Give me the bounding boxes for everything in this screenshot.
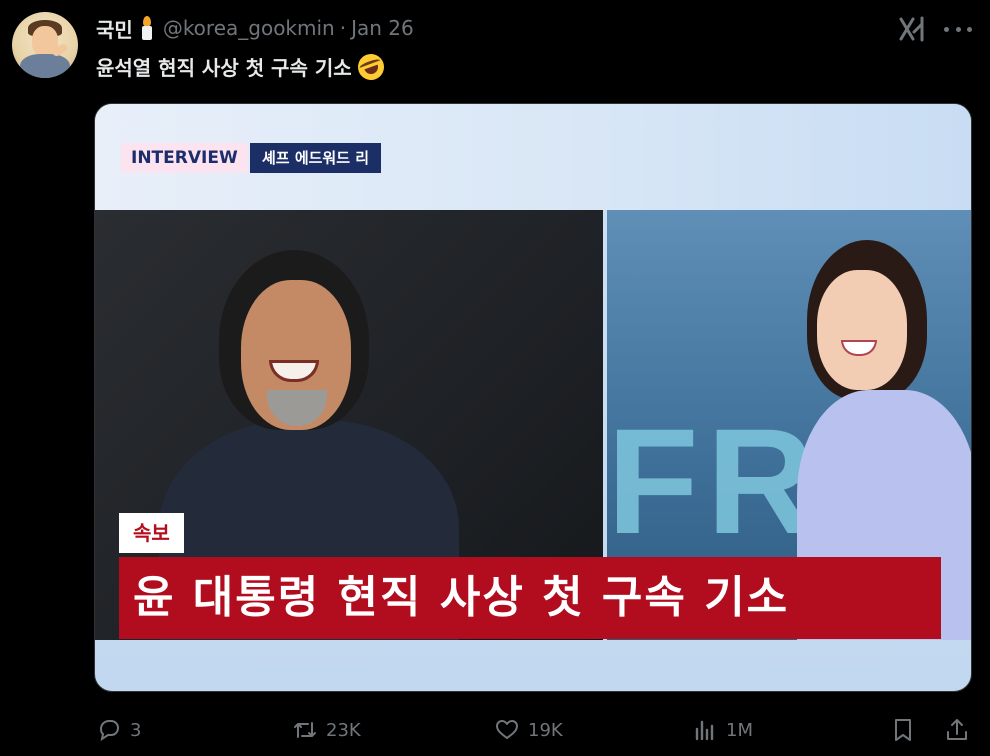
media-image[interactable]: INTERVIEW 셰프 에드워드 리 FRI 속보 윤 대통령 현직 사상 첫… bbox=[94, 103, 972, 692]
more-dot bbox=[944, 26, 949, 32]
display-name[interactable]: 국민 bbox=[96, 14, 133, 43]
repost-button[interactable]: 23K bbox=[292, 712, 361, 748]
like-button[interactable]: 19K bbox=[494, 712, 563, 748]
share-button[interactable] bbox=[944, 712, 978, 748]
like-count: 19K bbox=[528, 719, 563, 741]
views-button[interactable]: 1M bbox=[692, 712, 753, 748]
candle-stick bbox=[141, 26, 152, 40]
tweet-text-body: 윤석열 현직 사상 첫 구속 기소 bbox=[96, 56, 352, 80]
profile-avatar[interactable] bbox=[12, 12, 78, 78]
user-handle[interactable]: @korea_gookmin bbox=[163, 16, 335, 40]
reply-count: 3 bbox=[130, 719, 142, 741]
views-count: 1M bbox=[726, 719, 753, 741]
tweet-header: 국민 @korea_gookmin · Jan 26 bbox=[96, 14, 414, 42]
anchor-face bbox=[817, 270, 907, 390]
bookmark-icon bbox=[895, 719, 911, 741]
interview-tag: INTERVIEW bbox=[121, 143, 248, 173]
views-icon bbox=[695, 720, 714, 741]
candle-icon bbox=[139, 16, 155, 40]
tweet-actions: 3 23K 19K 1M bbox=[96, 712, 976, 748]
more-dot bbox=[967, 26, 972, 32]
interview-banner: INTERVIEW 셰프 에드워드 리 bbox=[95, 104, 971, 210]
more-icon[interactable] bbox=[944, 16, 972, 42]
tweet-date[interactable]: Jan 26 bbox=[351, 16, 414, 40]
breaking-news-tag: 속보 bbox=[119, 513, 184, 553]
repost-count: 23K bbox=[326, 719, 361, 741]
repost-icon bbox=[294, 722, 316, 738]
reply-icon bbox=[99, 720, 120, 742]
share-icon bbox=[947, 719, 967, 740]
grok-icon[interactable] bbox=[898, 16, 926, 42]
rolling-laughing-emoji-icon bbox=[353, 49, 388, 84]
avatar-body bbox=[20, 54, 70, 78]
more-dot bbox=[955, 26, 961, 32]
tweet-text: 윤석열 현직 사상 첫 구속 기소 bbox=[96, 49, 388, 84]
bookmark-button[interactable] bbox=[890, 712, 924, 748]
separator-dot: · bbox=[339, 16, 347, 40]
reply-button[interactable]: 3 bbox=[96, 712, 141, 748]
heart-icon bbox=[496, 720, 518, 739]
news-headline: 윤 대통령 현직 사상 첫 구속 기소 bbox=[119, 557, 941, 639]
guest-name-tag: 셰프 에드워드 리 bbox=[250, 143, 382, 173]
